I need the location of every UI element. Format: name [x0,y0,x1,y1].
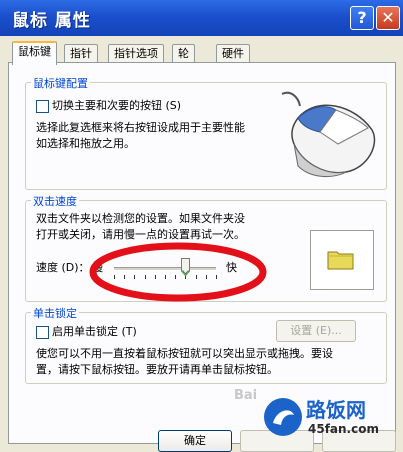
watermark: 路饭网 45fan.com [262,388,403,452]
watermark-brand: 路饭网 [306,398,366,422]
ok-button[interactable]: 确定 [158,430,232,452]
watermark-logo-icon [264,398,302,436]
click-lock-desc-line1: 使您可以不用一直按着鼠标按钮就可以突出显示或拖拽。要设 [36,347,333,360]
tab-buttons[interactable]: 鼠标键 [12,41,57,65]
settings-button[interactable]: 设置 (E)... [276,320,356,342]
click-lock-legend: 单击锁定 [31,305,79,321]
click-lock-label[interactable]: 启用单击锁定 (T) [52,324,137,339]
click-lock-checkbox[interactable] [36,326,49,339]
click-lock-desc-line2: 置，请按下鼠标按钮。要放开请再单击鼠标按钮。 [36,363,278,376]
baidu-watermark: Bai [234,388,258,403]
watermark-site: 45fan.com [308,422,379,436]
annotation-ring [89,242,267,302]
